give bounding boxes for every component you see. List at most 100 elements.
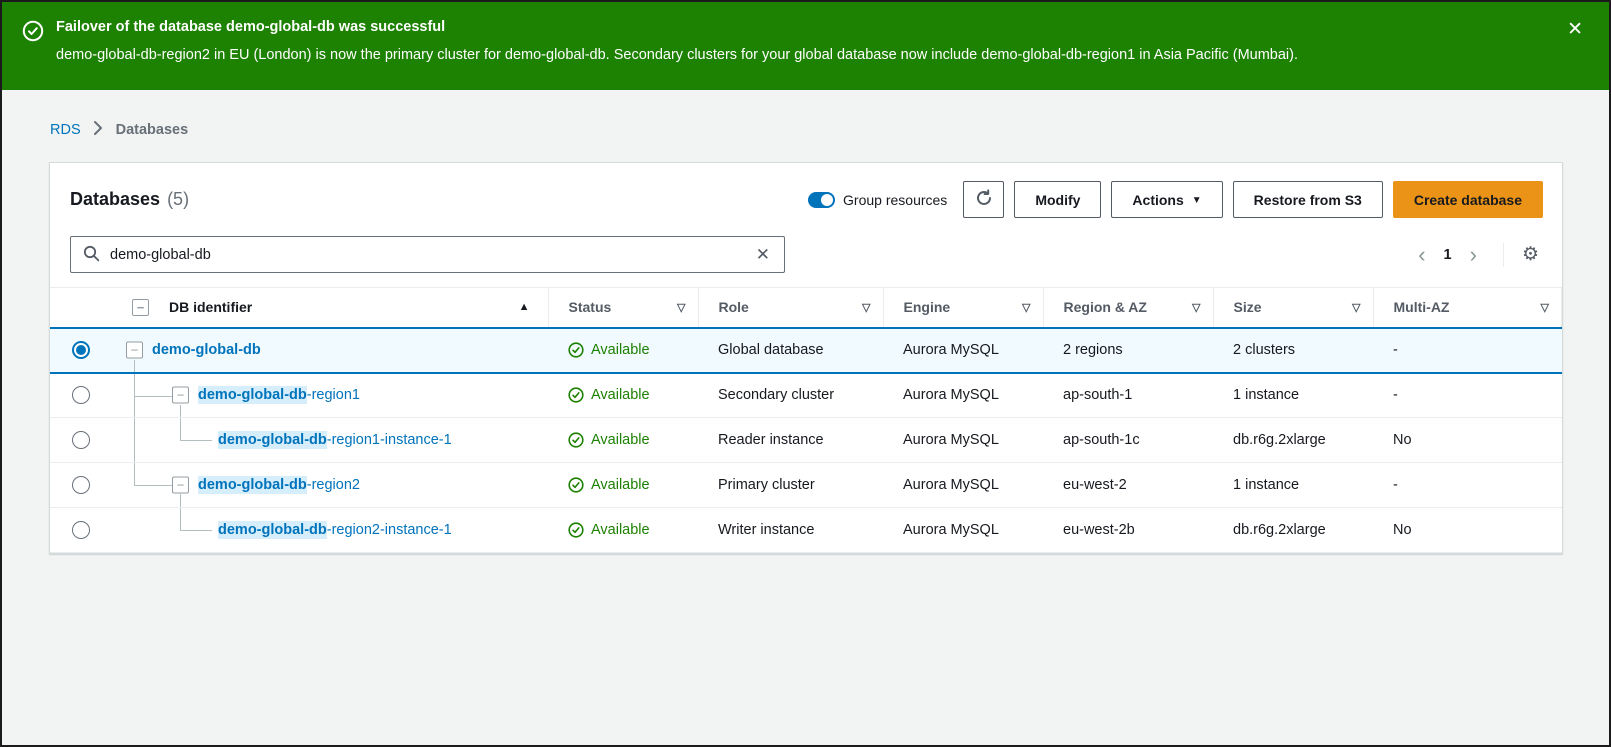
tree-line: [180, 440, 212, 441]
tree-line: [134, 418, 135, 462]
db-identifier-link[interactable]: demo-global-db-region2: [198, 477, 360, 493]
group-resources-toggle[interactable]: Group resources: [808, 192, 947, 208]
db-id-match: demo-global-db: [218, 521, 327, 539]
row-radio[interactable]: [72, 476, 90, 494]
banner-close-icon[interactable]: ✕: [1567, 20, 1583, 39]
engine-cell: Aurora MySQL: [883, 463, 1043, 508]
breadcrumb-rds-link[interactable]: RDS: [50, 122, 81, 138]
status-text: Available: [591, 432, 650, 448]
db-identifier-link[interactable]: demo-global-db: [152, 342, 261, 358]
restore-from-s3-button[interactable]: Restore from S3: [1233, 181, 1383, 218]
region-cell: eu-west-2: [1043, 463, 1213, 508]
search-clear-icon[interactable]: ✕: [754, 246, 772, 263]
role-header-label: Role: [719, 299, 749, 315]
region-cell: eu-west-2b: [1043, 508, 1213, 553]
db-id-match: demo-global-db: [198, 476, 307, 494]
db-identifier-column-header[interactable]: − DB identifier ▲: [112, 288, 548, 328]
role-cell: Secondary cluster: [698, 373, 883, 418]
available-check-icon: [568, 432, 584, 448]
tree-line: [134, 463, 135, 485]
tree-line: [180, 530, 212, 531]
multi-az-column-header[interactable]: Multi-AZ ▽: [1373, 288, 1562, 328]
tree-line: [180, 494, 181, 507]
page-title: Databases: [70, 189, 160, 210]
multi-az-cell: -: [1373, 328, 1562, 373]
breadcrumb-current: Databases: [116, 122, 189, 138]
collapse-row-icon[interactable]: −: [126, 342, 143, 359]
db-id-match: demo-global-db: [218, 431, 327, 449]
table-row[interactable]: − demo-global-db-region1 Available Secon…: [50, 373, 1562, 418]
multi-az-sort-icon[interactable]: ▽: [1541, 301, 1549, 314]
refresh-button[interactable]: [963, 181, 1004, 218]
role-column-header[interactable]: Role ▽: [698, 288, 883, 328]
toggle-switch-icon[interactable]: [808, 192, 835, 208]
role-sort-icon[interactable]: ▽: [862, 301, 870, 314]
multi-az-cell: -: [1373, 373, 1562, 418]
collapse-row-icon[interactable]: −: [172, 387, 189, 404]
tree-line: [134, 360, 135, 372]
pagination: ‹ 1 › ⚙: [1408, 243, 1543, 267]
available-check-icon: [568, 477, 584, 493]
status-sort-icon[interactable]: ▽: [677, 301, 685, 314]
region-cell: ap-south-1: [1043, 373, 1213, 418]
search-box[interactable]: ✕: [70, 236, 785, 273]
sort-ascending-icon[interactable]: ▲: [519, 301, 530, 313]
row-radio-selected[interactable]: [72, 341, 90, 359]
db-identifier-link[interactable]: demo-global-db-region1: [198, 387, 360, 403]
databases-table: − DB identifier ▲ Status ▽ Role: [50, 287, 1562, 553]
table-row[interactable]: demo-global-db-region2-instance-1 Availa…: [50, 508, 1562, 553]
actions-caret-icon: ▼: [1192, 195, 1202, 206]
status-badge: Available: [568, 387, 686, 403]
role-cell: Global database: [698, 328, 883, 373]
size-column-header[interactable]: Size ▽: [1213, 288, 1373, 328]
refresh-icon: [975, 189, 993, 210]
screenshot-frame: Failover of the database demo-global-db …: [0, 0, 1611, 747]
db-identifier-link[interactable]: demo-global-db-region2-instance-1: [218, 522, 452, 538]
role-cell: Reader instance: [698, 418, 883, 463]
actions-button[interactable]: Actions ▼: [1111, 181, 1222, 218]
region-az-sort-icon[interactable]: ▽: [1192, 301, 1200, 314]
status-badge: Available: [568, 477, 686, 493]
status-text: Available: [591, 387, 650, 403]
pagination-divider: [1503, 243, 1504, 267]
settings-gear-icon[interactable]: ⚙: [1518, 245, 1543, 264]
row-radio[interactable]: [72, 431, 90, 449]
page-next-icon[interactable]: ›: [1460, 244, 1487, 266]
status-column-header[interactable]: Status ▽: [548, 288, 698, 328]
table-row[interactable]: demo-global-db-region1-instance-1 Availa…: [50, 418, 1562, 463]
engine-column-header[interactable]: Engine ▽: [883, 288, 1043, 328]
table-row[interactable]: − demo-global-db Available Global databa…: [50, 328, 1562, 373]
row-radio[interactable]: [72, 521, 90, 539]
engine-cell: Aurora MySQL: [883, 508, 1043, 553]
region-cell: 2 regions: [1043, 328, 1213, 373]
success-check-icon: [22, 20, 44, 45]
size-sort-icon[interactable]: ▽: [1352, 301, 1360, 314]
collapse-row-icon[interactable]: −: [172, 477, 189, 494]
available-check-icon: [568, 342, 584, 358]
search-input[interactable]: [110, 247, 754, 263]
role-cell: Writer instance: [698, 508, 883, 553]
table-header-row: − DB identifier ▲ Status ▽ Role: [50, 288, 1562, 328]
collapse-all-icon[interactable]: −: [132, 299, 149, 316]
create-database-button[interactable]: Create database: [1393, 181, 1543, 218]
modify-button[interactable]: Modify: [1014, 181, 1101, 218]
page-prev-icon[interactable]: ‹: [1408, 244, 1435, 266]
tree-line: [180, 405, 181, 418]
group-resources-label: Group resources: [843, 192, 947, 208]
status-badge: Available: [568, 522, 686, 538]
row-radio[interactable]: [72, 386, 90, 404]
region-az-column-header[interactable]: Region & AZ ▽: [1043, 288, 1213, 328]
page-number[interactable]: 1: [1440, 247, 1456, 263]
multi-az-cell: -: [1373, 463, 1562, 508]
db-id-match: demo-global-db: [198, 386, 307, 404]
db-id-rest: -region2-instance-1: [327, 522, 452, 538]
table-row[interactable]: − demo-global-db-region2 Available Prima…: [50, 463, 1562, 508]
db-identifier-link[interactable]: demo-global-db-region1-instance-1: [218, 432, 452, 448]
status-header-label: Status: [569, 299, 612, 315]
db-id-rest: -region1: [307, 387, 360, 403]
panel-header: Databases (5) Group resources Modify: [50, 163, 1562, 230]
status-badge: Available: [568, 432, 686, 448]
engine-sort-icon[interactable]: ▽: [1022, 301, 1030, 314]
search-icon: [83, 245, 100, 265]
available-check-icon: [568, 522, 584, 538]
